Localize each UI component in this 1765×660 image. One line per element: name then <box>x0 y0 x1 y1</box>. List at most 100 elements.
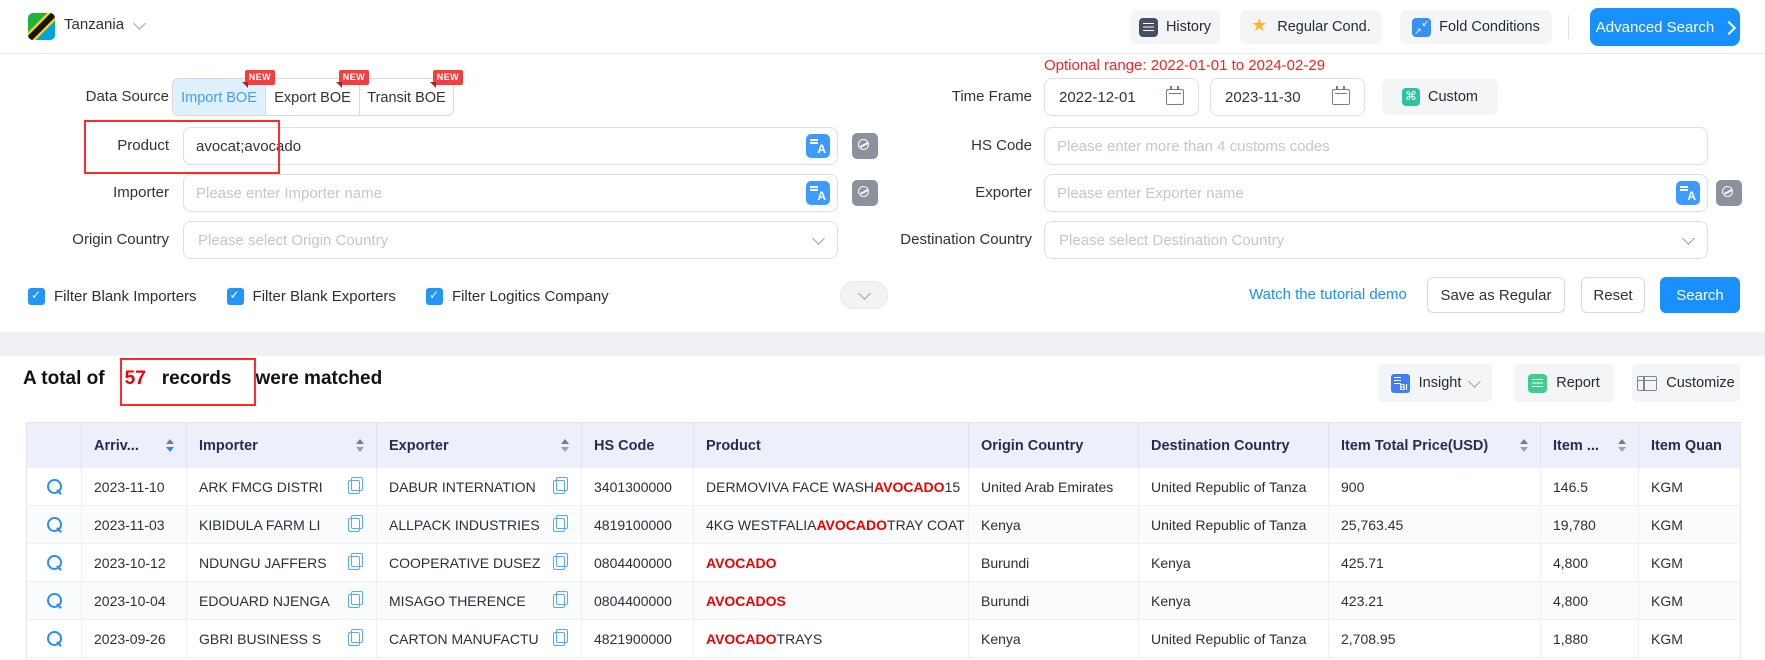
calendar-icon[interactable] <box>1332 89 1350 105</box>
sort-carets-icon[interactable] <box>1514 439 1528 452</box>
col-header-item-total-price-usd[interactable]: Item Total Price(USD) <box>1329 423 1541 468</box>
table-row: 2023-10-12NDUNGU JAFFERSCOOPERATIVE DUSE… <box>27 544 1740 582</box>
tab-import-boe[interactable]: Import BOENEW <box>172 78 266 116</box>
copy-icon[interactable] <box>348 556 360 570</box>
sort-carets-icon[interactable] <box>1612 439 1626 452</box>
destination-country-select[interactable]: Please select Destination Country <box>1044 221 1708 259</box>
magnifier-icon[interactable] <box>47 517 62 532</box>
col-header-arriv[interactable]: Arriv... <box>82 423 187 468</box>
product-text: TRAYS <box>777 631 823 647</box>
search-button[interactable]: Search <box>1660 277 1740 313</box>
copy-icon[interactable] <box>348 480 360 494</box>
translate-icon[interactable] <box>806 134 830 158</box>
product-keyword-highlight: AVOCADO <box>706 631 777 647</box>
product-input[interactable] <box>183 127 838 165</box>
advanced-search-button[interactable]: Advanced Search <box>1590 8 1740 46</box>
origin-placeholder: Please select Origin Country <box>198 232 388 249</box>
calendar-icon[interactable] <box>1166 89 1184 105</box>
checkbox-filter-blank-importers[interactable] <box>28 288 45 305</box>
cell-origin-country-value: Burundi <box>981 555 1029 571</box>
country-selector-label[interactable]: Tanzania <box>64 16 124 33</box>
hs-code-input[interactable] <box>1044 127 1708 165</box>
importer-input[interactable] <box>183 174 838 212</box>
data-source-tabs: Import BOENEWExport BOENEWTransit BOENEW <box>172 78 454 116</box>
translate-icon[interactable] <box>806 181 830 205</box>
history-icon <box>1139 18 1158 37</box>
table-row: 2023-11-03KIBIDULA FARM LIALLPACK INDUST… <box>27 506 1740 544</box>
divider <box>1568 15 1569 39</box>
table-row: 2023-09-26GBRI BUSINESS SCARTON MANUFACT… <box>27 620 1740 658</box>
col-header-importer[interactable]: Importer <box>187 423 377 468</box>
copy-icon[interactable] <box>553 632 565 646</box>
cell-origin-country-value: Burundi <box>981 593 1029 609</box>
magnifier-icon[interactable] <box>47 479 62 494</box>
sort-desc-icon[interactable] <box>1618 447 1626 452</box>
report-button[interactable]: Report <box>1514 364 1614 402</box>
sort-desc-icon[interactable] <box>561 447 569 452</box>
product-keyword-highlight: AVOCADO <box>816 517 887 533</box>
tab-transit-boe[interactable]: Transit BOENEW <box>360 78 454 116</box>
checkbox-group-filter-blank-importers: Filter Blank Importers <box>28 288 197 305</box>
magnifier-icon[interactable] <box>47 631 62 646</box>
collapse-conditions-button[interactable] <box>840 281 888 309</box>
tab-export-boe[interactable]: Export BOENEW <box>266 78 360 116</box>
sort-asc-icon[interactable] <box>1520 439 1528 444</box>
magnifier-icon[interactable] <box>47 555 62 570</box>
sort-carets-icon[interactable] <box>160 439 174 452</box>
cell-item-quantity-unit: KGM <box>1639 544 1741 581</box>
star-icon <box>1251 18 1269 36</box>
sort-asc-icon[interactable] <box>561 439 569 444</box>
date-from-input[interactable]: 2022-12-01 <box>1044 78 1199 116</box>
magnifier-icon[interactable] <box>47 593 62 608</box>
cell-exporter: MISAGO THERENCE <box>377 582 582 619</box>
chevron-down-icon <box>1468 375 1481 388</box>
checkbox-filter-blank-exporters[interactable] <box>227 288 244 305</box>
exact-match-icon[interactable] <box>1716 180 1742 206</box>
cell-item-total-price: 25,763.45 <box>1329 506 1541 543</box>
insight-button[interactable]: Insight <box>1378 364 1492 402</box>
history-button[interactable]: History <box>1130 10 1220 44</box>
sort-asc-icon[interactable] <box>1618 439 1626 444</box>
cell-exporter: ALLPACK INDUSTRIES <box>377 506 582 543</box>
cell-origin-country-value: Kenya <box>981 517 1021 533</box>
sort-desc-icon[interactable] <box>1520 447 1528 452</box>
col-header-label: Item ... <box>1553 438 1599 454</box>
reset-button[interactable]: Reset <box>1581 277 1645 313</box>
cell-importer: GBRI BUSINESS S <box>187 620 377 657</box>
col-header-exporter[interactable]: Exporter <box>377 423 582 468</box>
copy-icon[interactable] <box>348 518 360 532</box>
fold-conditions-label: Fold Conditions <box>1439 19 1540 35</box>
date-from-value: 2022-12-01 <box>1059 89 1136 106</box>
save-as-regular-button[interactable]: Save as Regular <box>1427 277 1565 313</box>
sort-carets-icon[interactable] <box>555 439 569 452</box>
copy-icon[interactable] <box>348 632 360 646</box>
cell-importer-value: KIBIDULA FARM LI <box>199 517 320 533</box>
customize-button[interactable]: Customize <box>1632 364 1740 402</box>
sort-desc-icon[interactable] <box>356 447 364 452</box>
date-to-input[interactable]: 2023-11-30 <box>1210 78 1365 116</box>
cell-arrival-date-value: 2023-10-12 <box>94 555 166 571</box>
translate-icon[interactable] <box>1676 181 1700 205</box>
sort-carets-icon[interactable] <box>350 439 364 452</box>
total-records-word: records <box>162 368 232 390</box>
origin-country-select[interactable]: Please select Origin Country <box>183 221 838 259</box>
copy-icon[interactable] <box>348 594 360 608</box>
cell-arrival-date: 2023-09-26 <box>82 620 187 657</box>
copy-icon[interactable] <box>553 518 565 532</box>
tutorial-demo-link[interactable]: Watch the tutorial demo <box>1249 286 1407 303</box>
exporter-input[interactable] <box>1044 174 1708 212</box>
sort-asc-icon[interactable] <box>166 439 174 444</box>
regular-cond-button[interactable]: Regular Cond. <box>1240 10 1382 44</box>
copy-icon[interactable] <box>553 480 565 494</box>
cell-hs-code-value: 4819100000 <box>594 517 672 533</box>
copy-icon[interactable] <box>553 556 565 570</box>
sort-desc-icon[interactable] <box>166 447 174 452</box>
copy-icon[interactable] <box>553 594 565 608</box>
col-header-item[interactable]: Item ... <box>1541 423 1639 468</box>
custom-range-button[interactable]: Custom <box>1382 79 1498 115</box>
fold-conditions-button[interactable]: Fold Conditions <box>1400 10 1552 44</box>
chevron-down-icon[interactable] <box>133 17 146 30</box>
destination-country-label: Destination Country <box>832 221 1032 259</box>
sort-asc-icon[interactable] <box>356 439 364 444</box>
checkbox-filter-logitics-company[interactable] <box>426 288 443 305</box>
